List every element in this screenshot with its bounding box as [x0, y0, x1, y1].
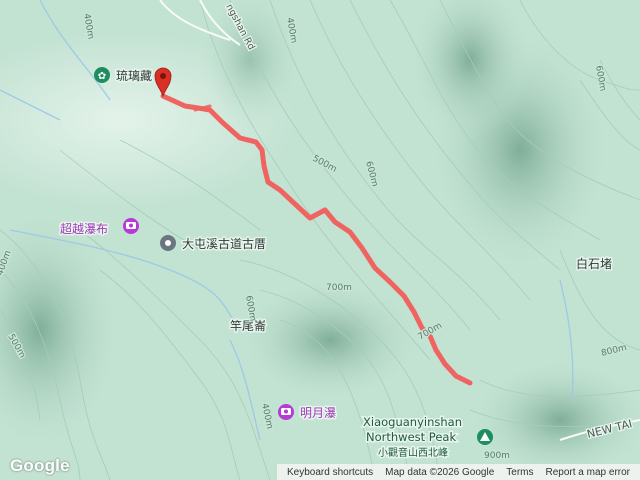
terms-link[interactable]: Terms	[500, 467, 539, 478]
peak-label-line3: 小觀音山西北峰	[378, 446, 448, 459]
peak-label-line1: Xiaoguanyinshan	[363, 415, 462, 429]
svg-text:700m: 700m	[326, 283, 352, 293]
poi-label-mingyue: 明月瀑	[300, 406, 336, 420]
report-error-link[interactable]: Report a map error	[540, 467, 636, 478]
google-logo[interactable]: Google	[10, 456, 70, 476]
peak-label-line2: Northwest Peak	[366, 430, 456, 444]
attribution-bar: Keyboard shortcuts Map data ©2026 Google…	[276, 464, 640, 480]
poi-baishi[interactable]: 白石堵	[575, 255, 614, 273]
keyboard-shortcuts-link[interactable]: Keyboard shortcuts	[281, 467, 379, 478]
poi-label-baishi: 白石堵	[576, 256, 612, 271]
poi-label-datun: 大屯溪古道古厝	[182, 236, 266, 251]
poi-mingyue[interactable]: 明月瀑	[278, 404, 338, 422]
poi-label-chaoyue: 超越瀑布	[60, 221, 108, 236]
map-data-text: Map data ©2026 Google	[385, 466, 495, 478]
svg-text:✿: ✿	[98, 71, 106, 82]
map-canvas[interactable]: ✿ 琉璃藏 超越瀑布 大屯溪古道古厝 竿尾崙 白石堵 明月瀑 Xiaoguany…	[0, 0, 640, 480]
svg-text:900m: 900m	[484, 451, 510, 461]
poi-label-liuli: 琉璃藏	[116, 69, 152, 83]
poi-liuli[interactable]: ✿ 琉璃藏	[94, 67, 154, 85]
